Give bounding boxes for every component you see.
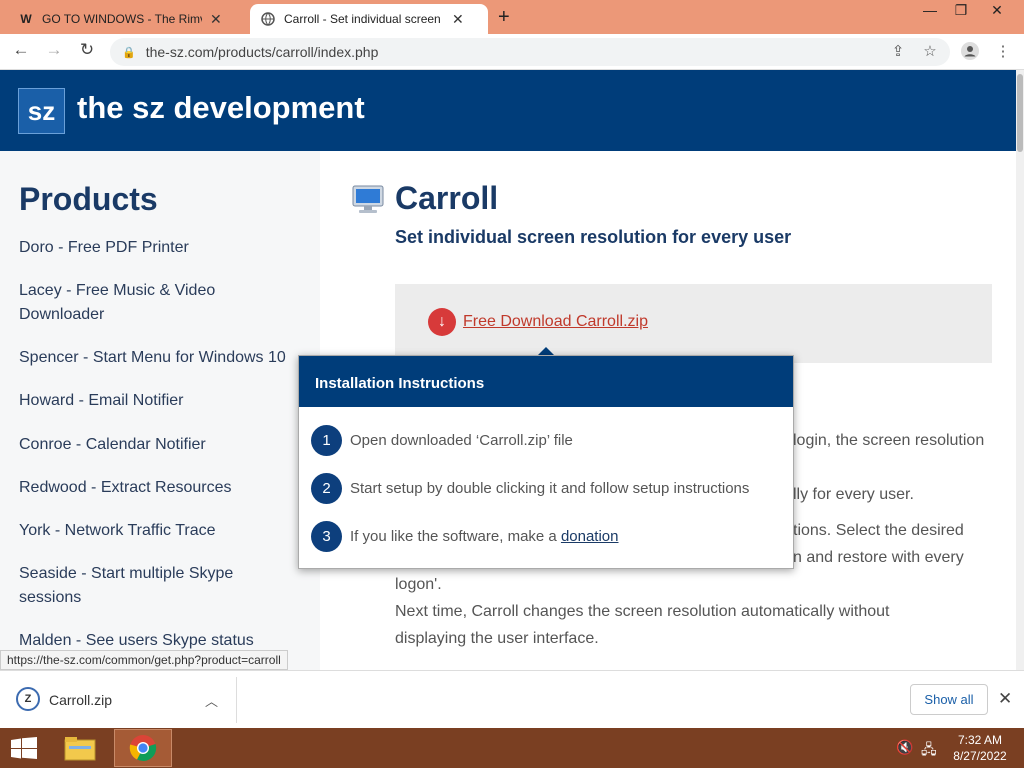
tab-carroll[interactable]: Carroll - Set individual screen res ✕ [250, 4, 488, 34]
site-banner: sz the sz development [0, 70, 1016, 151]
para-text: displaying the user interface. [395, 630, 599, 647]
sidebar-item-spencer[interactable]: Spencer - Start Menu for Windows 10 [19, 346, 309, 370]
download-link[interactable]: Free Download Carroll.zip [463, 313, 648, 331]
para-text: logon'. [395, 576, 442, 593]
monitor-icon [352, 184, 384, 214]
site-logo[interactable]: sz [18, 88, 65, 134]
products-heading: Products [19, 181, 158, 217]
zip-file-icon[interactable]: Z [16, 687, 40, 711]
chevron-up-icon[interactable]: ︿ [205, 691, 218, 710]
tab-close-icon[interactable]: ✕ [452, 11, 464, 28]
sidebar-item-seaside[interactable]: Seaside - Start multiple Skype sessions [19, 562, 259, 610]
lock-icon: 🔒 [122, 46, 136, 59]
status-url: https://the-sz.com/common/get.php?produc… [0, 650, 288, 670]
para-text: tions. Select the desired [793, 522, 964, 539]
product-subtitle: Set individual screen resolution for eve… [395, 227, 792, 247]
tab-title: GO TO WINDOWS - The Rimvydas [42, 12, 202, 26]
site-brand[interactable]: the sz development [77, 90, 365, 126]
close-icon[interactable]: ✕ [998, 689, 1012, 709]
sidebar-item-howard[interactable]: Howard - Email Notifier [19, 389, 309, 413]
step-number: 2 [311, 473, 342, 504]
browser-toolbar: ← → ↻ 🔒 the-sz.com/products/carroll/inde… [0, 34, 1024, 70]
install-step-3: 3 If you like the software, make a donat… [311, 521, 619, 552]
step-text: Start setup by double clicking it and fo… [350, 480, 750, 497]
download-bar: Z Carroll.zip ︿ Show all ✕ [0, 670, 1024, 728]
step-number: 3 [311, 521, 342, 552]
download-arrow-icon[interactable]: ↓ [428, 308, 456, 336]
menu-icon[interactable]: ⋮ [993, 42, 1013, 60]
popup-header: Installation Instructions [299, 356, 793, 407]
bookmark-star-icon[interactable]: ☆ [920, 42, 940, 60]
para-text: n and restore with every [793, 549, 964, 566]
url-text: the-sz.com/products/carroll/index.php [145, 44, 379, 60]
scrollbar-thumb[interactable] [1017, 74, 1023, 152]
divider [236, 677, 237, 723]
step-text: Open downloaded ‘Carroll.zip’ file [350, 432, 573, 449]
products-sidebar: Products Doro - Free PDF Printer Lacey -… [0, 151, 320, 670]
windows-start-icon[interactable] [0, 728, 48, 768]
sidebar-item-doro[interactable]: Doro - Free PDF Printer [19, 236, 309, 260]
clock-time: 7:32 AM [957, 733, 1003, 747]
installation-popup: Installation Instructions 1 Open downloa… [298, 355, 794, 569]
new-tab-button[interactable]: + [498, 6, 510, 29]
donation-link[interactable]: donation [561, 528, 619, 545]
page-scrollbar[interactable] [1016, 70, 1024, 670]
maximize-icon[interactable]: ❐ [946, 2, 976, 19]
tab-close-icon[interactable]: ✕ [210, 11, 222, 28]
clock-date: 8/27/2022 [953, 749, 1007, 763]
step-number: 1 [311, 425, 342, 456]
sidebar-item-york[interactable]: York - Network Traffic Trace [19, 519, 309, 543]
download-box: ↓ Free Download Carroll.zip [395, 284, 992, 363]
profile-icon[interactable] [960, 42, 980, 64]
close-window-icon[interactable]: ✕ [982, 2, 1012, 19]
back-icon[interactable]: ← [9, 40, 33, 60]
volume-muted-icon[interactable]: 🔇 [896, 739, 913, 756]
tab-title: Carroll - Set individual screen res [284, 12, 444, 26]
para-text: Next time, Carroll changes the screen re… [395, 603, 890, 620]
show-all-button[interactable]: Show all [910, 684, 988, 715]
para-text: lly for every user. [793, 486, 914, 503]
product-title: Carroll [395, 180, 499, 216]
file-explorer-icon[interactable] [58, 730, 102, 766]
install-step-1: 1 Open downloaded ‘Carroll.zip’ file [311, 425, 573, 456]
clock[interactable]: 7:32 AM 8/27/2022 [945, 732, 1015, 764]
chrome-icon[interactable] [114, 729, 172, 767]
share-icon[interactable]: ⇪ [888, 42, 908, 60]
sidebar-item-redwood[interactable]: Redwood - Extract Resources [19, 476, 309, 500]
para-text: login, the screen resolution [793, 432, 985, 449]
address-bar[interactable]: 🔒 the-sz.com/products/carroll/index.php [110, 38, 950, 66]
reload-icon[interactable]: ↻ [75, 40, 99, 60]
globe-icon [260, 11, 276, 27]
network-icon[interactable]: 🖧 [921, 739, 937, 763]
minimize-icon[interactable]: — [915, 2, 945, 18]
tab-strip: W GO TO WINDOWS - The Rimvydas ✕ Carroll… [0, 0, 1024, 34]
taskbar: 🔇 🖧 7:32 AM 8/27/2022 [0, 728, 1024, 768]
wordpress-icon: W [20, 12, 32, 26]
install-step-2: 2 Start setup by double clicking it and … [311, 473, 749, 504]
forward-icon[interactable]: → [42, 40, 66, 60]
download-filename[interactable]: Carroll.zip [49, 692, 112, 708]
sidebar-item-lacey[interactable]: Lacey - Free Music & Video Downloader [19, 279, 249, 327]
step-text: If you like the software, make a [350, 528, 561, 545]
sidebar-item-conroe[interactable]: Conroe - Calendar Notifier [19, 433, 309, 457]
tab-rimvydas[interactable]: W GO TO WINDOWS - The Rimvydas ✕ [8, 4, 246, 34]
